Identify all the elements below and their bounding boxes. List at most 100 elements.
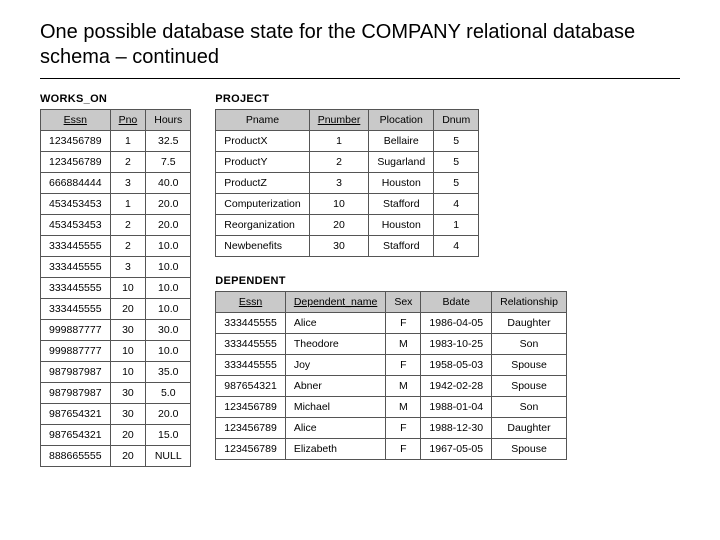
table-cell: 1988-01-04	[421, 397, 492, 418]
table-cell: 10	[110, 362, 146, 383]
table-cell: 30	[110, 383, 146, 404]
works-on-block: WORKS_ON EssnPnoHours123456789132.512345…	[40, 93, 191, 467]
table-row: 88866555520NULL	[41, 446, 191, 467]
table-cell: 333445555	[41, 299, 111, 320]
dependent-block: DEPENDENT EssnDependent_nameSexBdateRela…	[215, 275, 680, 460]
table-cell: 2	[309, 152, 369, 173]
table-row: 333445555JoyF1958-05-03Spouse	[216, 355, 567, 376]
table-row: 333445555310.0	[41, 257, 191, 278]
table-cell: 1	[110, 194, 146, 215]
table-cell: 123456789	[41, 131, 111, 152]
table-cell: Stafford	[369, 194, 434, 215]
table-cell: F	[386, 439, 421, 460]
table-cell: 123456789	[216, 418, 286, 439]
table-row: 9876543212015.0	[41, 425, 191, 446]
table-cell: Son	[492, 334, 567, 355]
table-cell: 987654321	[41, 404, 111, 425]
table-cell: 10	[309, 194, 369, 215]
table-cell: 20	[309, 215, 369, 236]
table-cell: 453453453	[41, 194, 111, 215]
table-cell: 333445555	[41, 236, 111, 257]
table-row: 333445555TheodoreM1983-10-25Son	[216, 334, 567, 355]
table-row: Reorganization20Houston1	[216, 215, 479, 236]
table-cell: 333445555	[41, 278, 111, 299]
table-cell: 5	[434, 131, 479, 152]
table-row: 12345678927.5	[41, 152, 191, 173]
table-cell: Houston	[369, 215, 434, 236]
table-cell: 10	[110, 341, 146, 362]
table-cell: 1983-10-25	[421, 334, 492, 355]
table-cell: Newbenefits	[216, 236, 309, 257]
table-cell: 987654321	[216, 376, 286, 397]
table-cell: 666884444	[41, 173, 111, 194]
table-cell: F	[386, 313, 421, 334]
project-table: PnamePnumberPlocationDnumProductX1Bellai…	[215, 109, 479, 257]
table-cell: 1988-12-30	[421, 418, 492, 439]
table-cell: 30	[110, 404, 146, 425]
table-cell: Spouse	[492, 376, 567, 397]
table-row: Newbenefits30Stafford4	[216, 236, 479, 257]
table-cell: 333445555	[216, 313, 286, 334]
table-row: 333445555210.0	[41, 236, 191, 257]
table-cell: 32.5	[146, 131, 191, 152]
right-column: PROJECT PnamePnumberPlocationDnumProduct…	[215, 93, 680, 485]
table-cell: Theodore	[285, 334, 385, 355]
table-cell: Spouse	[492, 355, 567, 376]
table-cell: 1986-04-05	[421, 313, 492, 334]
table-row: 333445555AliceF1986-04-05Daughter	[216, 313, 567, 334]
table-cell: M	[386, 334, 421, 355]
table-cell: 3	[110, 173, 146, 194]
table-cell: 30.0	[146, 320, 191, 341]
table-cell: 1958-05-03	[421, 355, 492, 376]
table-cell: 20.0	[146, 194, 191, 215]
table-cell: 20.0	[146, 404, 191, 425]
table-row: 987654321AbnerM1942-02-28Spouse	[216, 376, 567, 397]
table-header: Pno	[110, 110, 146, 131]
table-cell: 20	[110, 446, 146, 467]
table-cell: Daughter	[492, 313, 567, 334]
table-row: 987987987305.0	[41, 383, 191, 404]
table-row: 123456789AliceF1988-12-30Daughter	[216, 418, 567, 439]
table-cell: 5	[434, 152, 479, 173]
table-cell: 987987987	[41, 362, 111, 383]
table-cell: 30	[110, 320, 146, 341]
table-row: 453453453120.0	[41, 194, 191, 215]
project-label: PROJECT	[215, 93, 680, 105]
table-header: Pnumber	[309, 110, 369, 131]
table-header: Hours	[146, 110, 191, 131]
table-cell: Michael	[285, 397, 385, 418]
table-cell: Joy	[285, 355, 385, 376]
table-row: 9879879871035.0	[41, 362, 191, 383]
table-cell: Elizabeth	[285, 439, 385, 460]
page-title: One possible database state for the COMP…	[40, 20, 680, 70]
table-cell: 1	[110, 131, 146, 152]
table-cell: Reorganization	[216, 215, 309, 236]
table-cell: 5	[434, 173, 479, 194]
works-on-table: EssnPnoHours123456789132.512345678927.56…	[40, 109, 191, 467]
table-cell: 123456789	[216, 397, 286, 418]
table-cell: F	[386, 418, 421, 439]
table-cell: 10.0	[146, 341, 191, 362]
table-cell: NULL	[146, 446, 191, 467]
table-cell: 4	[434, 236, 479, 257]
table-cell: 3	[309, 173, 369, 194]
table-cell: Spouse	[492, 439, 567, 460]
table-row: ProductX1Bellaire5	[216, 131, 479, 152]
table-row: ProductZ3Houston5	[216, 173, 479, 194]
table-cell: Computerization	[216, 194, 309, 215]
table-cell: Stafford	[369, 236, 434, 257]
table-cell: 7.5	[146, 152, 191, 173]
table-cell: 1967-05-05	[421, 439, 492, 460]
table-cell: 20	[110, 299, 146, 320]
table-cell: 2	[110, 215, 146, 236]
table-cell: 123456789	[216, 439, 286, 460]
table-cell: 123456789	[41, 152, 111, 173]
table-cell: 40.0	[146, 173, 191, 194]
table-header: Relationship	[492, 292, 567, 313]
table-cell: 888665555	[41, 446, 111, 467]
table-cell: 999887777	[41, 341, 111, 362]
table-row: 3334455551010.0	[41, 278, 191, 299]
table-row: Computerization10Stafford4	[216, 194, 479, 215]
content-area: WORKS_ON EssnPnoHours123456789132.512345…	[40, 93, 680, 485]
table-row: 9876543213020.0	[41, 404, 191, 425]
